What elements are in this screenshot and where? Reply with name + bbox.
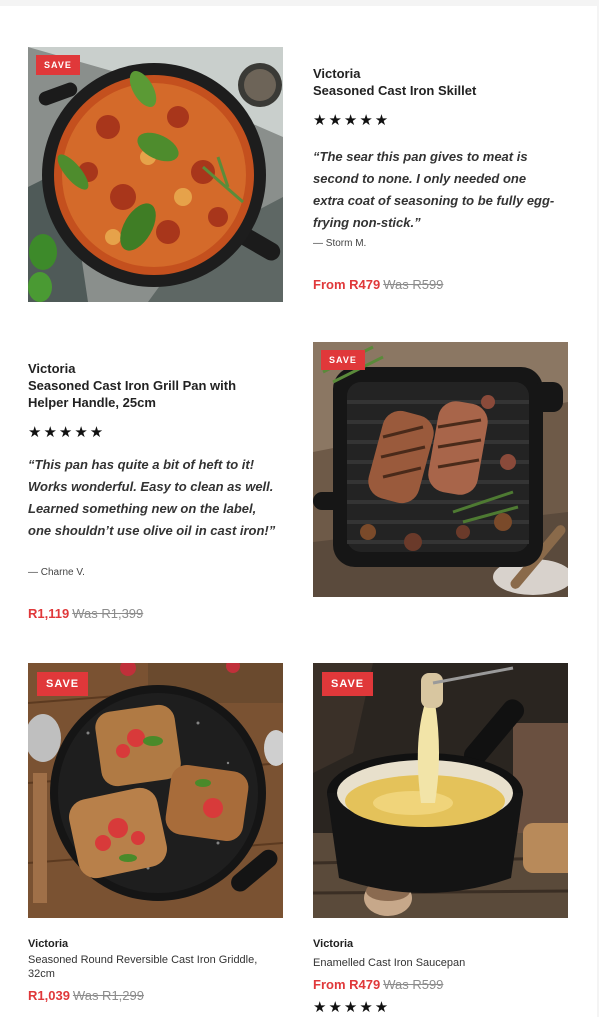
price-block: R1,039 Was R1,299 [28,988,144,1004]
product-image-saucepan[interactable]: SAVE [313,663,568,918]
product-name[interactable]: Enamelled Cast Iron Saucepan [313,956,568,970]
reviewer-name: — Storm M. [313,238,367,249]
saucepan-photo [313,663,568,918]
product-name[interactable]: Seasoned Cast Iron Skillet [313,82,563,99]
save-badge: SAVE [322,672,374,696]
price-block: R1,119 Was R1,399 [28,606,143,622]
save-badge: SAVE [36,55,80,75]
price-block: From R479 Was R599 [313,277,443,293]
current-price: From R479 [313,977,381,992]
was-price: Was R1,399 [72,606,144,621]
current-price: From R479 [313,277,381,292]
product-brand: Victoria [313,938,354,950]
skillet-photo [28,47,283,302]
review-quote: “This pan has quite a bit of heft to it!… [28,457,276,538]
product-image-skillet[interactable]: SAVE [28,47,283,302]
current-price: R1,119 [28,606,70,621]
product-feed: SAVE Victoria Seasoned Cast Iron Skillet… [0,6,597,1017]
griddle-photo [28,663,283,918]
price-block: From R479 Was R599 [313,977,443,993]
reviewer-name: — Charne V. [28,567,85,578]
rating-stars: ★★★★★ [313,999,391,1016]
rating-stars: ★★★★★ [28,424,106,441]
rating-stars: ★★★★★ [313,112,391,129]
was-price: Was R599 [383,277,444,292]
product-name[interactable]: Seasoned Cast Iron Grill Pan with Helper… [28,377,263,411]
save-badge: SAVE [37,672,89,696]
grill-pan-photo [313,342,568,597]
product-brand: Victoria [28,361,76,376]
review-quote: “The sear this pan gives to meat is seco… [313,149,555,230]
was-price: Was R1,299 [72,988,144,1003]
product-brand: Victoria [313,66,361,81]
product-image-grill-pan[interactable]: SAVE [313,342,568,597]
current-price: R1,039 [28,988,70,1003]
was-price: Was R599 [383,977,444,992]
product-name[interactable]: Seasoned Round Reversible Cast Iron Grid… [28,953,283,981]
save-badge: SAVE [321,350,365,370]
product-brand: Victoria [28,938,69,950]
product-image-griddle[interactable]: SAVE [28,663,283,918]
